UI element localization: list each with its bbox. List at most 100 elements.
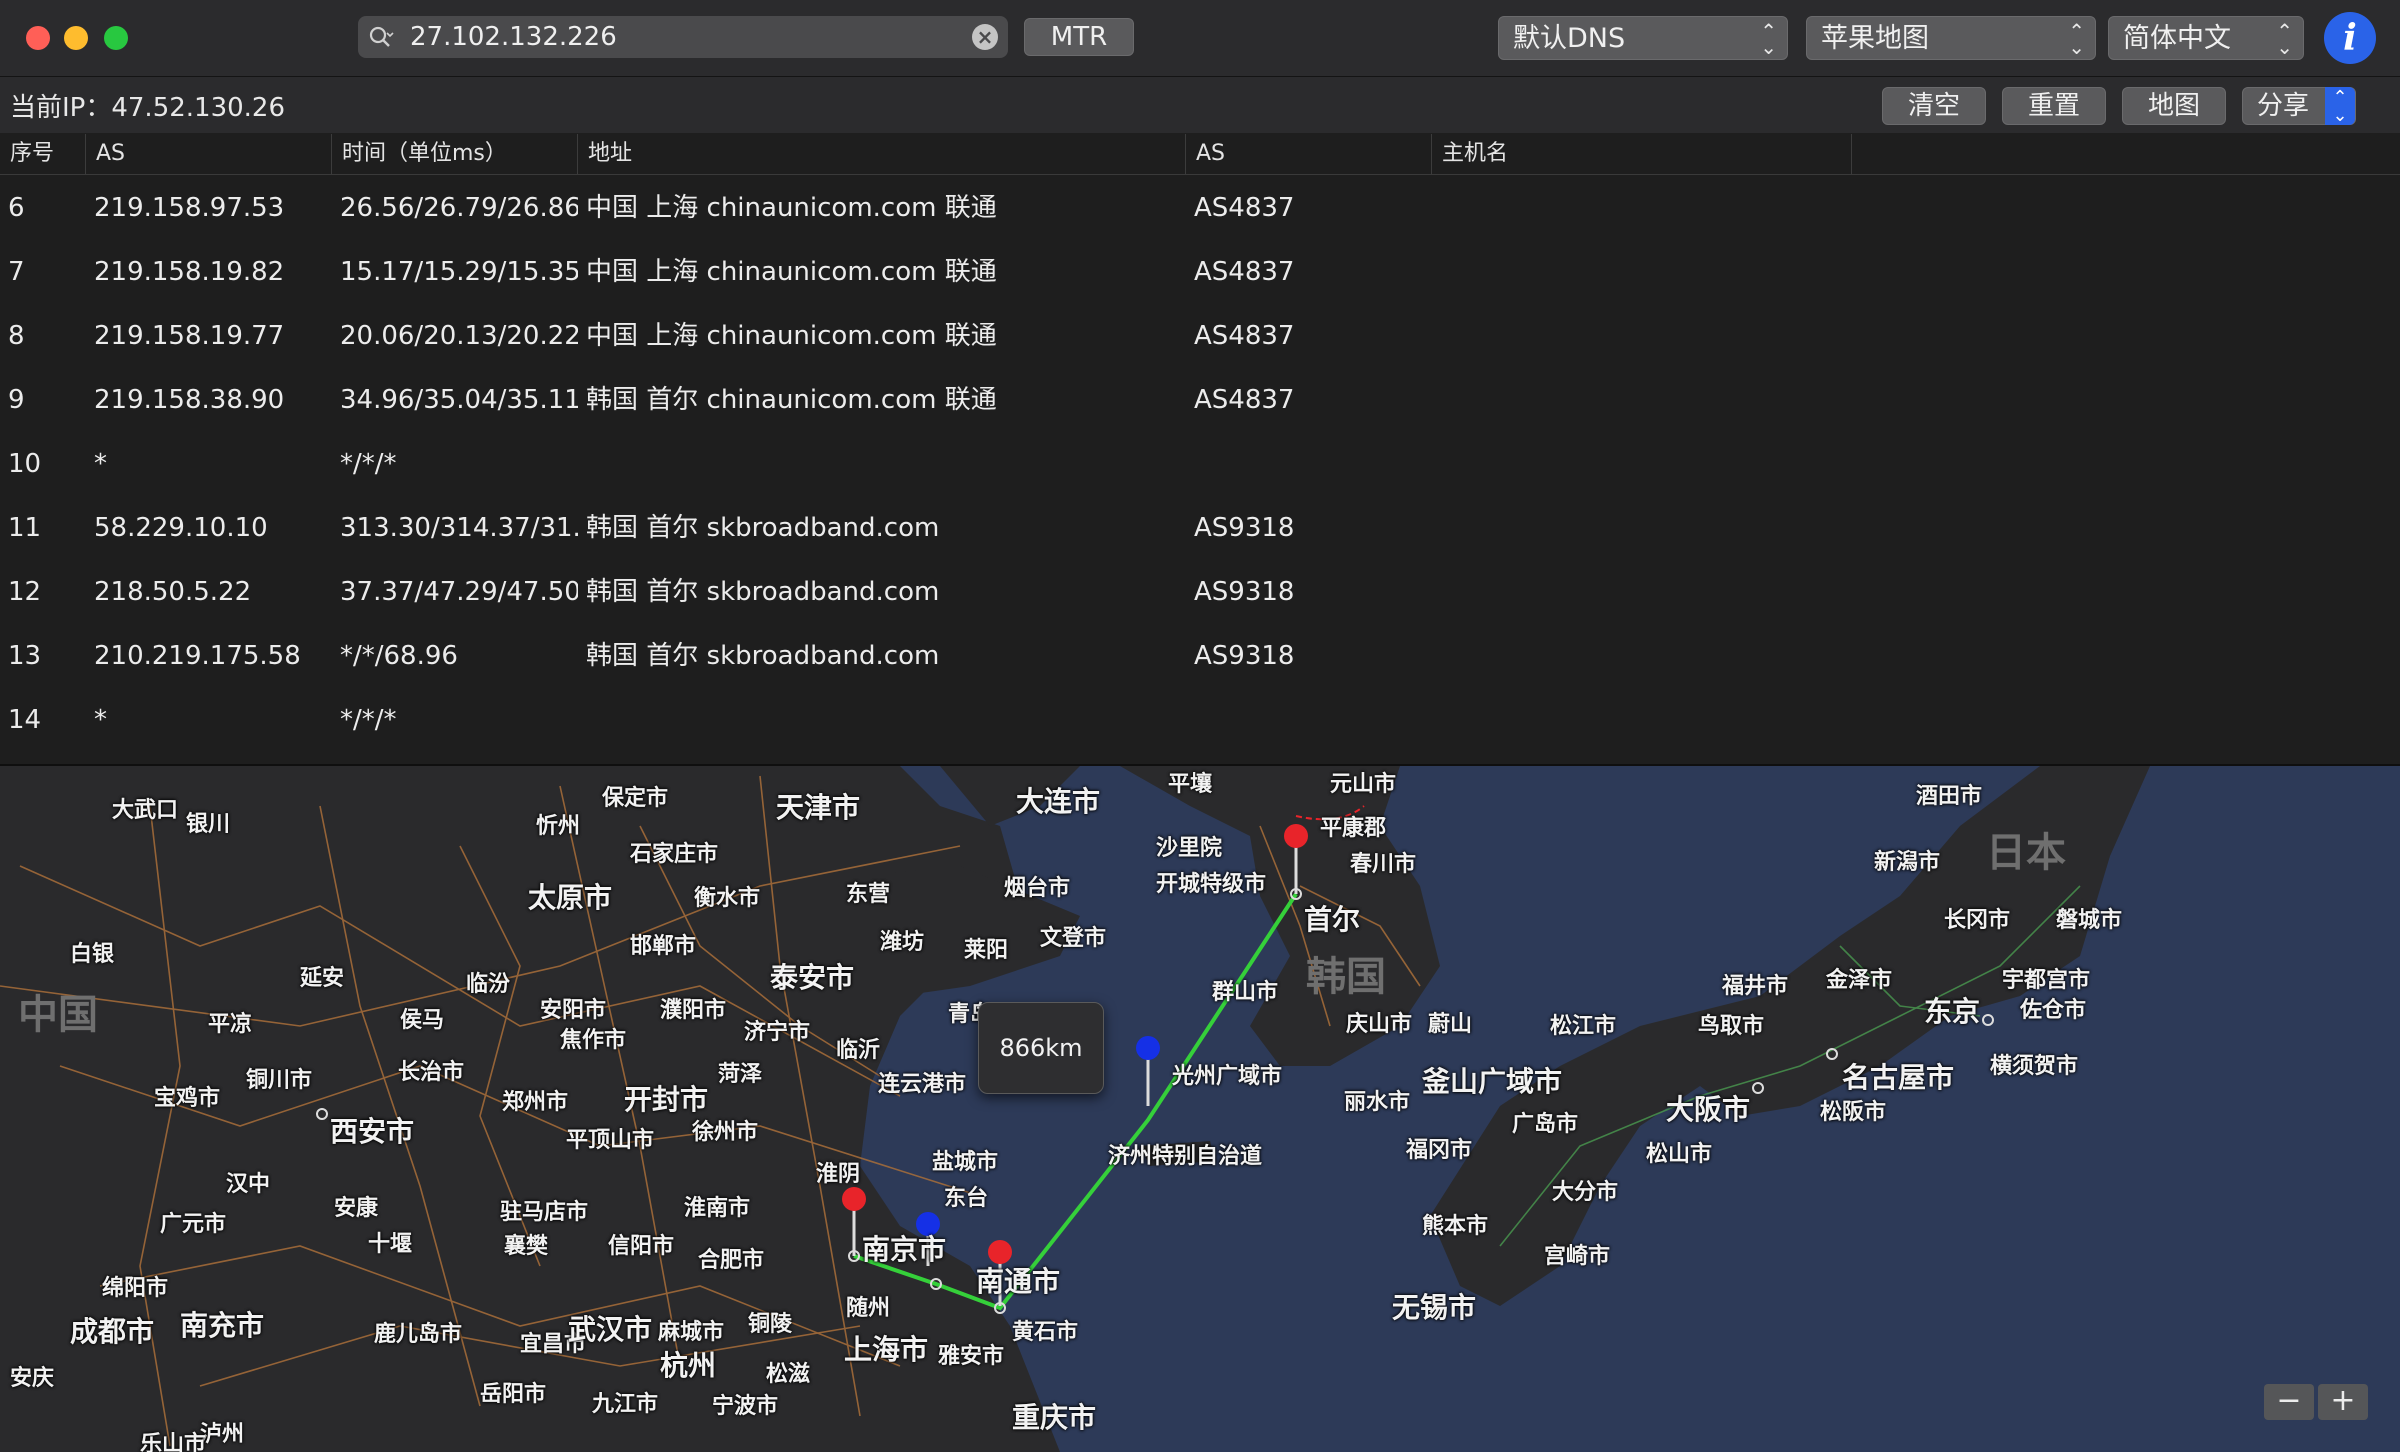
map-place-label: 郑州市 [502, 1090, 569, 1115]
map-place-label: 大武口 [112, 798, 179, 823]
map-place-label: 福冈市 [1406, 1138, 1473, 1163]
map-place-label: 衡水市 [694, 886, 761, 911]
map-place-label: 杭州 [660, 1349, 717, 1382]
table-row[interactable]: 10 * */*/* [0, 432, 2400, 496]
table-row[interactable]: 7 219.158.19.82 15.17/15.29/15.35 中国 上海 chi… [0, 240, 2400, 304]
map-place-label: 淮阴 [816, 1162, 861, 1187]
hop-hostname-cell [1432, 304, 1852, 368]
toolbar: × MTR 默认DNS ⌃⌄ 苹果地图 ⌃⌄ 简体中文 ⌃⌄ i [0, 0, 2400, 77]
map-place-label: 白银 [70, 942, 115, 967]
table-row[interactable]: 11 58.229.10.10 313.30/314.37/31... 韩国 首尔 s… [0, 496, 2400, 560]
map-place-label: 徐州市 [692, 1120, 759, 1145]
map-place-label: 平壤 [1168, 772, 1213, 797]
hop-time-cell: 15.17/15.29/15.35 [340, 257, 578, 287]
map-place-label: 鸟取市 [1698, 1014, 1765, 1039]
route-map[interactable]: 中国 韩国 日本 大武口 银川 保定市 天津市 大连市 平壤 元山市 酒田市 忻州 石家庄市 衡水市… [0, 764, 2400, 1452]
clear-button[interactable]: 清空 [1882, 87, 1986, 125]
map-place-label: 安康 [334, 1196, 379, 1221]
table-row[interactable]: 12 218.50.5.22 37.37/47.29/47.50 韩国 首尔 skbr… [0, 560, 2400, 624]
map-place-label: 盐城市 [932, 1150, 999, 1175]
pin-sea-blue[interactable] [1136, 1036, 1160, 1106]
map-place-label: 开封市 [624, 1083, 709, 1116]
table-row[interactable]: 14 * */*/* [0, 688, 2400, 752]
hop-address-cell: 中国 上海 chinaunicom.com 联通 [586, 193, 997, 223]
map-place-label: 磐城市 [2056, 908, 2123, 933]
search-icon [369, 26, 394, 47]
map-place-label: 南京市 [862, 1233, 947, 1266]
map-place-label: 银川 [186, 812, 231, 837]
map-place-label: 名古屋市 [1842, 1061, 1955, 1094]
dns-select[interactable]: 默认DNS ⌃ ⌄ [1498, 16, 1788, 60]
map-place-label: 重庆市 [1012, 1401, 1097, 1434]
map-place-label: 信阳市 [608, 1234, 675, 1259]
map-place-label: 东营 [846, 882, 891, 907]
zoom-window-button[interactable] [104, 26, 128, 50]
hop-time-cell: 313.30/314.37/31... [340, 513, 578, 543]
col-header-hostname[interactable]: 主机名 [1432, 134, 1852, 174]
map-place-label: 首尔 [1304, 903, 1361, 936]
hop-as-cell: AS4837 [1194, 321, 1295, 351]
map-place-label: 武汉市 [568, 1313, 653, 1346]
map-place-label: 南充市 [180, 1309, 265, 1342]
col-header-as[interactable]: AS [1186, 134, 1432, 174]
map-place-label: 济宁市 [744, 1020, 811, 1045]
close-window-button[interactable] [26, 26, 50, 50]
map-place-label: 成都市 [70, 1315, 155, 1348]
col-header-time[interactable]: 时间（单位ms） [332, 134, 578, 174]
table-row[interactable]: 13 210.219.175.58 */*/68.96 韩国 首尔 skbroadba… [0, 624, 2400, 688]
mtr-button[interactable]: MTR [1024, 18, 1134, 56]
hop-time-cell: */*/* [340, 449, 397, 479]
ip-input[interactable] [410, 20, 930, 54]
hop-as-cell: AS4837 [1194, 385, 1295, 415]
hop-hostname-cell [1432, 496, 1852, 560]
map-place-label: 元山市 [1330, 772, 1397, 797]
share-select[interactable]: 分享 ⌃ ⌄ [2242, 87, 2356, 125]
table-row[interactable]: 8 219.158.19.77 20.06/20.13/20.22 中国 上海 chi… [0, 304, 2400, 368]
map-place-label: 大连市 [1016, 785, 1101, 818]
language-select[interactable]: 简体中文 ⌃ ⌄ [2108, 16, 2304, 60]
map-place-label: 安庆 [10, 1366, 55, 1391]
map-place-label: 松山市 [1646, 1142, 1713, 1167]
zoom-out-button[interactable]: − [2264, 1384, 2314, 1420]
map-place-label: 濮阳市 [660, 998, 727, 1023]
info-icon[interactable]: i [2324, 12, 2376, 64]
map-place-label: 佐仓市 [2020, 998, 2087, 1023]
distance-callout: 866km [978, 1002, 1104, 1094]
zoom-in-button[interactable]: + [2318, 1384, 2368, 1420]
map-place-label: 福井市 [1722, 974, 1789, 999]
map-place-label: 平凉 [208, 1012, 253, 1037]
map-place-label: 大分市 [1552, 1180, 1619, 1205]
map-place-label: 潍坊 [880, 930, 925, 955]
hop-as-cell [1186, 688, 1432, 752]
hop-hostname-cell [1432, 560, 1852, 624]
table-header: 序号 AS 时间（单位ms） 地址 AS 主机名 [0, 134, 2400, 175]
map-place-label: 安阳市 [540, 998, 607, 1023]
hop-as-cell: AS9318 [1194, 513, 1295, 543]
map-place-label: 雅安市 [938, 1344, 1005, 1369]
map-place-label: 开城特级市 [1156, 872, 1267, 897]
map-place-label: 横须贺市 [1990, 1054, 2079, 1079]
reset-button[interactable]: 重置 [2002, 87, 2106, 125]
col-header-ip[interactable]: AS [86, 134, 332, 174]
map-button[interactable]: 地图 [2122, 87, 2226, 125]
clear-search-icon[interactable]: × [972, 24, 998, 50]
hop-time-cell: 26.56/26.79/26.86 [340, 193, 578, 223]
table-row[interactable]: 6 219.158.97.53 26.56/26.79/26.86 中国 上海 chi… [0, 176, 2400, 240]
map-place-label: 宫崎市 [1544, 1244, 1611, 1269]
map-provider-select[interactable]: 苹果地图 ⌃ ⌄ [1806, 16, 2096, 60]
col-header-address[interactable]: 地址 [578, 134, 1186, 174]
map-place-label: 新潟市 [1874, 850, 1941, 875]
map-place-label: 邯郸市 [630, 934, 697, 959]
map-place-label: 泸州 [200, 1422, 245, 1447]
map-place-label: 合肥市 [698, 1248, 765, 1273]
map-place-label: 光州广域市 [1172, 1064, 1283, 1089]
ip-search-field[interactable]: × [358, 16, 1008, 58]
table-row[interactable]: 9 219.158.38.90 34.96/35.04/35.11 韩国 首尔 chi… [0, 368, 2400, 432]
map-place-label: 春川市 [1350, 852, 1417, 877]
col-header-index[interactable]: 序号 [0, 134, 86, 174]
map-place-label: 绵阳市 [102, 1276, 169, 1301]
map-place-label: 熊本市 [1422, 1214, 1489, 1239]
map-place-label: 侯马 [400, 1008, 445, 1033]
map-place-label: 天津市 [776, 791, 861, 824]
minimize-window-button[interactable] [64, 26, 88, 50]
